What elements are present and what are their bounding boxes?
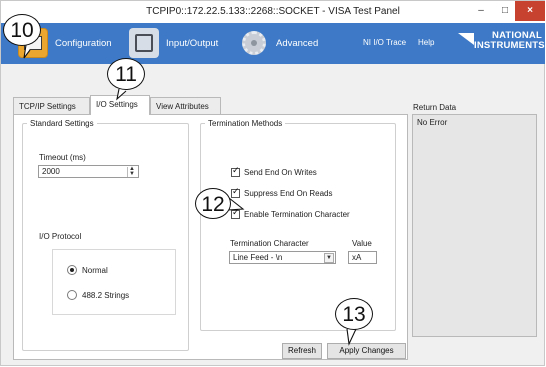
input-output-icon	[129, 28, 159, 58]
visa-test-panel-window: TCPIP0::172.22.5.133::2268::SOCKET - VIS…	[0, 0, 545, 366]
radio-normal-label: Normal	[82, 265, 108, 275]
checkbox-checked-icon	[231, 208, 240, 219]
tab-io-settings[interactable]: I/O Settings	[90, 95, 150, 115]
return-data-text: No Error	[417, 118, 448, 127]
io-protocol-box: Normal 488.2 Strings	[52, 249, 176, 315]
timeout-value: 2000	[42, 167, 60, 176]
ni-eagle-icon	[458, 33, 474, 45]
tab-tcpip-settings[interactable]: TCP/IP Settings	[13, 97, 90, 114]
return-data-box: No Error	[412, 114, 537, 337]
return-data-label: Return Data	[413, 103, 457, 112]
advanced-button[interactable]: Advanced	[239, 26, 318, 60]
radio-unselected-icon	[67, 290, 77, 300]
timeout-input[interactable]: 2000 ▲ ▼	[38, 165, 139, 178]
check-suppress-end-label: Suppress End On Reads	[244, 189, 333, 198]
window-title: TCPIP0::172.22.5.133::2268::SOCKET - VIS…	[146, 6, 400, 17]
standard-settings-legend: Standard Settings	[30, 119, 94, 128]
gear-icon	[239, 28, 269, 58]
radio-488-label: 488.2 Strings	[82, 290, 130, 300]
national-instruments-logo: NATIONAL INSTRUMENTS	[456, 29, 545, 59]
io-protocol-label: I/O Protocol	[39, 232, 82, 241]
main-toolbar: Configuration Input/Output Advanced NI I…	[1, 23, 545, 64]
check-enable-term-label: Enable Termination Character	[244, 210, 350, 219]
radio-selected-icon	[67, 265, 77, 275]
check-suppress-end-on-reads[interactable]: Suppress End On Reads	[231, 187, 333, 198]
check-send-end-label: Send End On Writes	[244, 168, 317, 177]
minimize-button[interactable]: –	[469, 1, 493, 21]
tab-view-attributes[interactable]: View Attributes	[150, 97, 221, 114]
termination-character-select[interactable]: Line Feed - \n ▼	[229, 251, 336, 264]
checkbox-checked-icon	[231, 166, 240, 177]
close-button[interactable]: ×	[515, 1, 545, 21]
advanced-label: Advanced	[276, 37, 319, 49]
callout-11: 11	[107, 58, 145, 90]
maximize-button[interactable]: □	[493, 1, 517, 21]
input-output-button[interactable]: Input/Output	[129, 26, 218, 60]
logo-line-2: INSTRUMENTS	[474, 40, 545, 51]
help-link[interactable]: Help	[418, 38, 434, 47]
standard-settings-group: Standard Settings Timeout (ms) 2000 ▲ ▼ I…	[22, 119, 189, 351]
refresh-button[interactable]: Refresh	[282, 343, 322, 359]
radio-488-strings[interactable]: 488.2 Strings	[67, 290, 129, 300]
termination-character-label: Termination Character	[230, 239, 309, 248]
callout-13: 13	[335, 298, 373, 330]
termination-methods-group: Termination Methods Send End On Writes S…	[200, 119, 396, 331]
callout-12: 12	[195, 188, 231, 219]
apply-changes-button[interactable]: Apply Changes	[327, 343, 406, 359]
title-bar: TCPIP0::172.22.5.133::2268::SOCKET - VIS…	[1, 1, 545, 23]
ni-io-trace-link[interactable]: NI I/O Trace	[363, 38, 406, 47]
callout-10: 10	[3, 14, 41, 46]
value-label: Value	[352, 239, 372, 248]
radio-normal[interactable]: Normal	[67, 265, 108, 275]
check-enable-termination-character[interactable]: Enable Termination Character	[231, 208, 350, 219]
spinner-arrows-icon[interactable]: ▲ ▼	[127, 166, 136, 177]
chevron-down-icon: ▼	[324, 253, 334, 263]
configuration-label: Configuration	[55, 37, 112, 49]
input-output-label: Input/Output	[166, 37, 219, 49]
termination-value: xA	[352, 253, 362, 262]
timeout-label: Timeout (ms)	[39, 153, 86, 162]
termination-character-value: Line Feed - \n	[233, 253, 283, 262]
termination-methods-legend: Termination Methods	[208, 119, 283, 128]
checkbox-checked-icon	[231, 187, 240, 198]
termination-value-input[interactable]: xA	[348, 251, 377, 264]
check-send-end-on-writes[interactable]: Send End On Writes	[231, 166, 317, 177]
